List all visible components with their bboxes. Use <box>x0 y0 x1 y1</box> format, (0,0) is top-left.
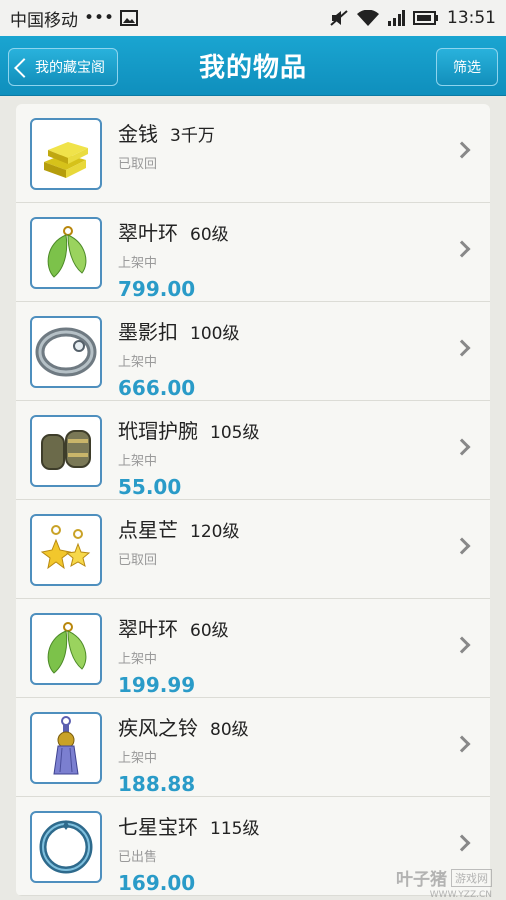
list-item[interactable]: 墨影扣 100级 上架中 666.00 <box>16 302 490 401</box>
list-item[interactable]: 翠叶环 60级 上架中 799.00 <box>16 203 490 302</box>
item-price: 169.00 <box>118 871 196 895</box>
item-name: 墨影扣 <box>118 320 178 344</box>
notification-dots: ••• <box>84 8 115 28</box>
watermark-main: 叶子猪 <box>396 870 447 890</box>
item-status: 已取回 <box>118 553 158 568</box>
list-item[interactable]: 玳瑁护腕 105级 上架中 55.00 <box>16 401 490 500</box>
leaf-earring-icon <box>30 613 102 685</box>
image-notification-icon <box>120 10 139 26</box>
item-price: 188.88 <box>118 772 196 796</box>
watermark-box: 游戏网 <box>451 868 492 887</box>
item-name: 点星芒 <box>118 518 178 542</box>
ring-icon <box>30 316 102 388</box>
star-ring-icon <box>30 811 102 883</box>
item-price: 666.00 <box>118 376 196 400</box>
item-level: 120级 <box>190 522 240 542</box>
item-status: 上架中 <box>118 652 158 667</box>
chevron-right-icon <box>453 438 471 456</box>
item-level: 105级 <box>210 423 260 443</box>
page-title: 我的物品 <box>198 53 307 83</box>
filter-button[interactable]: 筛选 <box>436 48 498 86</box>
item-level: 60级 <box>190 621 229 641</box>
item-name: 玳瑁护腕 <box>118 419 198 443</box>
item-status: 已取回 <box>118 157 158 172</box>
chevron-right-icon <box>453 834 471 852</box>
list-item[interactable]: 疾风之铃 80级 上架中 188.88 <box>16 698 490 797</box>
clock: 13:51 <box>447 8 496 28</box>
chevron-right-icon <box>453 240 471 258</box>
battery-icon <box>413 10 439 26</box>
list-item[interactable]: 翠叶环 60级 上架中 199.99 <box>16 599 490 698</box>
wifi-icon <box>357 10 379 26</box>
list-item[interactable]: 点星芒 120级 已取回 <box>16 500 490 599</box>
item-status: 上架中 <box>118 454 158 469</box>
item-name: 翠叶环 <box>118 221 178 245</box>
item-price: 199.99 <box>118 673 196 697</box>
signal-icon <box>387 10 405 26</box>
item-name: 金钱 <box>118 122 158 146</box>
carrier-label: 中国移动 <box>10 10 78 31</box>
item-price: 799.00 <box>118 277 196 301</box>
item-status: 已出售 <box>118 850 158 865</box>
item-name: 疾风之铃 <box>118 716 198 740</box>
item-status: 上架中 <box>118 256 158 271</box>
watermark-logo: 叶子猪 游戏网 <box>396 865 492 890</box>
item-name: 七星宝环 <box>118 815 198 839</box>
star-earring-icon <box>30 514 102 586</box>
item-price: 55.00 <box>118 475 182 499</box>
bell-pendant-icon <box>30 712 102 784</box>
item-status: 上架中 <box>118 355 158 370</box>
bracer-icon <box>30 415 102 487</box>
item-name: 翠叶环 <box>118 617 178 641</box>
chevron-right-icon <box>453 141 471 159</box>
chevron-right-icon <box>453 537 471 555</box>
item-level: 3千万 <box>170 126 215 146</box>
gold-bars-icon <box>30 118 102 190</box>
item-level: 80级 <box>210 720 249 740</box>
item-level: 115级 <box>210 819 260 839</box>
chevron-right-icon <box>453 735 471 753</box>
app-header: 我的藏宝阁 我的物品 筛选 <box>0 36 506 96</box>
mute-icon <box>329 9 349 27</box>
back-button[interactable]: 我的藏宝阁 <box>8 48 118 86</box>
item-list: 金钱 3千万 已取回 翠叶环 60级 上架中 799.00 墨影扣 100级 上… <box>16 104 490 896</box>
list-item[interactable]: 金钱 3千万 已取回 <box>16 104 490 203</box>
item-level: 60级 <box>190 225 229 245</box>
item-level: 100级 <box>190 324 240 344</box>
chevron-right-icon <box>453 636 471 654</box>
watermark-url: WWW.YZZ.CN <box>429 890 492 900</box>
status-bar: 中国移动 ••• 13:51 <box>0 0 506 36</box>
item-status: 上架中 <box>118 751 158 766</box>
chevron-right-icon <box>453 339 471 357</box>
leaf-earring-icon <box>30 217 102 289</box>
